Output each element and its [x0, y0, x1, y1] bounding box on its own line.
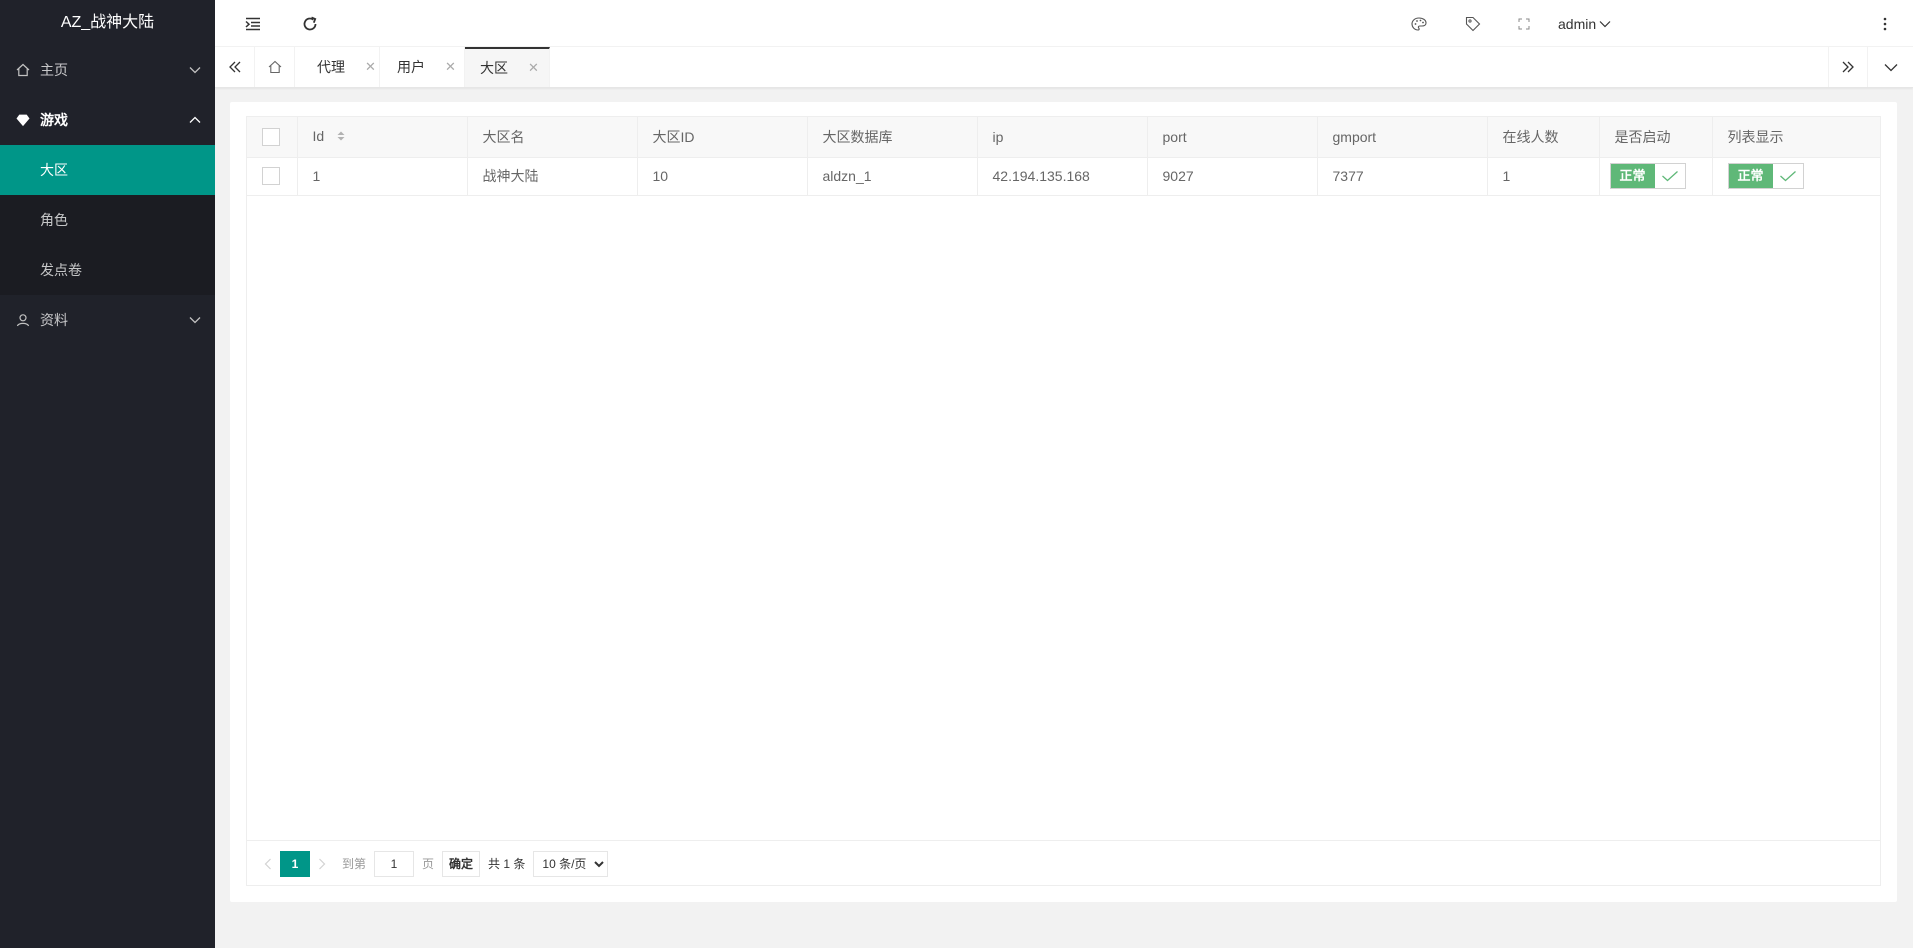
switch-label: 正常 — [1728, 164, 1773, 188]
sidebar-item-role[interactable]: 角色 — [0, 195, 215, 245]
column-header-online: 在线人数 — [1487, 117, 1600, 158]
check-icon — [1654, 164, 1685, 188]
next-page-icon[interactable] — [310, 851, 334, 877]
sort-icon[interactable] — [336, 129, 346, 145]
tab-agent[interactable]: 代理 ✕ — [295, 47, 380, 87]
select-all-cell — [247, 117, 298, 158]
column-header-enabled: 是否启动 — [1599, 117, 1713, 158]
column-header-listed: 列表显示 — [1712, 117, 1880, 158]
cell-id: 1 — [297, 157, 468, 196]
column-header-ip: ip — [977, 117, 1148, 158]
data-table-container: Id 大区名 大区ID 大区数据库 ip port gmport 在线人数 是否… — [246, 116, 1881, 886]
user-name: admin — [1558, 15, 1597, 32]
theme-palette-icon[interactable] — [1399, 0, 1439, 47]
sidebar-item-points[interactable]: 发点卷 — [0, 245, 215, 295]
more-vertical-icon[interactable] — [1865, 0, 1905, 47]
cell-listed: 正常 — [1712, 157, 1880, 196]
fullscreen-icon[interactable] — [1504, 0, 1544, 47]
goto-label: 到第 — [342, 856, 367, 871]
sidebar-group-game[interactable]: 游戏 — [0, 95, 215, 145]
pagination: 1 到第 页 确定 共 1 条 10 条/页 20 条/页 30 条/页 40 … — [246, 840, 1881, 886]
sidebar-group-label: 游戏 — [40, 112, 68, 128]
close-icon[interactable]: ✕ — [528, 60, 539, 76]
page-suffix: 页 — [422, 856, 435, 871]
tab-home-icon[interactable] — [255, 47, 295, 87]
chevron-down-icon — [189, 45, 201, 95]
prev-page-icon[interactable] — [256, 851, 280, 877]
goto-page-input[interactable] — [374, 850, 415, 877]
tabs-bar: 代理 ✕ 用户 ✕ 大区 ✕ — [215, 47, 1913, 88]
column-header-id[interactable]: Id — [297, 117, 468, 158]
cell-zone-id: 10 — [637, 157, 808, 196]
content-card: Id 大区名 大区ID 大区数据库 ip port gmport 在线人数 是否… — [230, 102, 1897, 902]
table-row: 1 战神大陆 10 aldzn_1 42.194.135.168 9027 73… — [247, 157, 1880, 196]
column-header-database: 大区数据库 — [807, 117, 978, 158]
sidebar-group-label: 主页 — [40, 62, 68, 78]
tab-label: 用户 — [397, 59, 425, 75]
close-icon[interactable]: ✕ — [365, 59, 376, 75]
column-header-zone-name: 大区名 — [467, 117, 638, 158]
zone-table: Id 大区名 大区ID 大区数据库 ip port gmport 在线人数 是否… — [247, 117, 1880, 196]
goto-confirm-button[interactable]: 确定 — [442, 850, 481, 877]
chevron-down-icon — [1599, 20, 1611, 28]
refresh-icon[interactable] — [290, 0, 330, 47]
user-menu[interactable]: admin — [1558, 0, 1611, 47]
cell-database: aldzn_1 — [807, 157, 978, 196]
cell-gmport: 7377 — [1317, 157, 1488, 196]
tag-icon[interactable] — [1453, 0, 1493, 47]
tab-label: 代理 — [317, 59, 345, 75]
chevron-down-icon — [189, 295, 201, 345]
sidebar-group-home[interactable]: 主页 — [0, 45, 215, 95]
row-select-cell — [247, 157, 298, 196]
enabled-switch[interactable]: 正常 — [1609, 163, 1686, 189]
page-size-select[interactable]: 10 条/页 20 条/页 30 条/页 40 条/页 50 条/页 — [533, 850, 609, 877]
app-logo[interactable]: AZ_战神大陆 — [0, 0, 215, 45]
cell-online: 1 — [1487, 157, 1600, 196]
column-header-port: port — [1147, 117, 1318, 158]
user-icon — [15, 312, 31, 328]
chevron-up-icon — [189, 95, 201, 145]
column-header-zone-id: 大区ID — [637, 117, 808, 158]
sidebar-group-label: 资料 — [40, 312, 68, 328]
listed-switch[interactable]: 正常 — [1727, 163, 1804, 189]
tabs-menu-chevron-icon[interactable] — [1868, 47, 1913, 87]
row-checkbox[interactable] — [262, 167, 280, 186]
tab-zone[interactable]: 大区 ✕ — [465, 47, 550, 87]
tabs-scroll-left-icon[interactable] — [215, 47, 255, 87]
total-count: 共 1 条 — [488, 856, 526, 871]
home-icon — [15, 62, 31, 78]
sidebar-group-profile[interactable]: 资料 — [0, 295, 215, 345]
select-all-checkbox[interactable] — [262, 127, 280, 146]
page-number-current[interactable]: 1 — [280, 850, 310, 877]
close-icon[interactable]: ✕ — [445, 59, 456, 75]
tab-user[interactable]: 用户 ✕ — [380, 47, 465, 87]
column-header-gmport: gmport — [1317, 117, 1488, 158]
top-header: admin — [215, 0, 1913, 47]
sidebar-group-game-children: 大区 角色 发点卷 — [0, 145, 215, 295]
tab-label: 大区 — [480, 60, 508, 76]
table-header-row: Id 大区名 大区ID 大区数据库 ip port gmport 在线人数 是否… — [247, 117, 1880, 158]
sidebar: AZ_战神大陆 主页 游戏 大区 角色 发点卷 资料 — [0, 0, 215, 948]
check-icon — [1772, 164, 1803, 188]
cell-zone-name: 战神大陆 — [467, 157, 638, 196]
cell-enabled: 正常 — [1599, 157, 1713, 196]
switch-label: 正常 — [1610, 164, 1655, 188]
tabs-scroll-right-icon[interactable] — [1828, 47, 1868, 87]
cell-ip: 42.194.135.168 — [977, 157, 1148, 196]
cell-port: 9027 — [1147, 157, 1318, 196]
sidebar-item-zone[interactable]: 大区 — [0, 145, 215, 195]
sidebar-toggle-icon[interactable] — [233, 0, 273, 47]
diamond-icon — [15, 112, 31, 128]
